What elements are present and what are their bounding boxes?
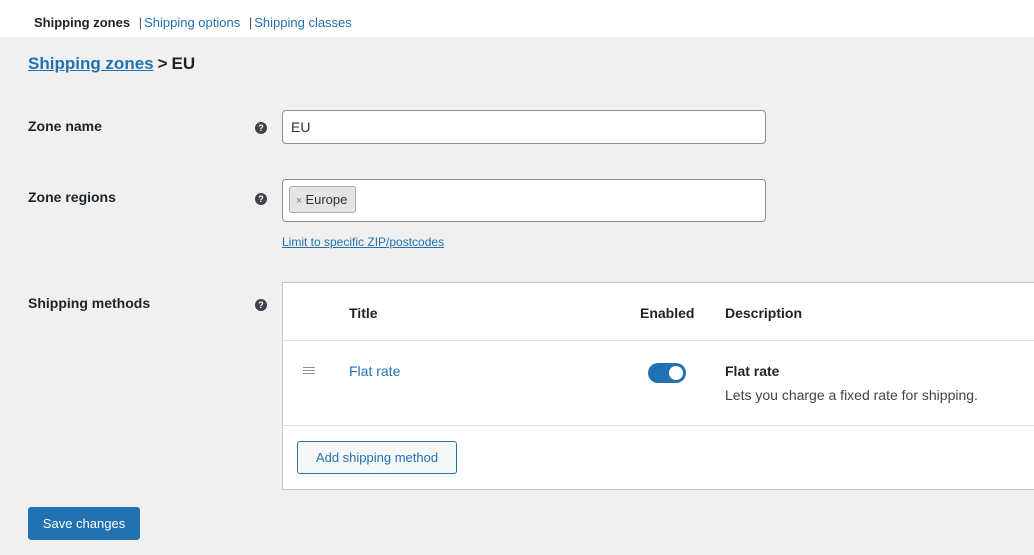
method-enabled-toggle[interactable]: [648, 363, 686, 383]
nav-shipping-options[interactable]: Shipping options: [144, 15, 240, 30]
question-circle-icon[interactable]: ?: [255, 122, 267, 134]
shipping-methods-table: Title Enabled Description Flat rate Flat…: [282, 282, 1034, 490]
toggle-knob: [669, 366, 683, 380]
breadcrumb: Shipping zones > EU: [28, 54, 195, 74]
close-icon[interactable]: ×: [296, 195, 302, 207]
shipping-methods-label: Shipping methods: [28, 295, 151, 311]
column-header-description: Description: [725, 305, 803, 321]
method-title-link[interactable]: Flat rate: [349, 363, 400, 379]
question-circle-icon[interactable]: ?: [255, 193, 267, 205]
breadcrumb-current: EU: [171, 54, 196, 73]
zone-name-label: Zone name: [28, 118, 102, 134]
nav-shipping-classes[interactable]: Shipping classes: [254, 15, 352, 30]
add-shipping-method-button[interactable]: Add shipping method: [297, 441, 457, 474]
zone-name-value: EU: [291, 119, 311, 135]
nav-shipping-zones[interactable]: Shipping zones: [34, 15, 130, 30]
top-bar: Shipping zones | Shipping options | Shippi…: [0, 0, 1034, 37]
drag-handle-icon[interactable]: [303, 367, 315, 375]
divider: [283, 340, 1034, 341]
region-tag-label: Europe: [305, 192, 348, 207]
column-header-enabled: Enabled: [640, 305, 695, 321]
zone-name-input[interactable]: EU: [282, 110, 766, 144]
subsubsub-nav: Shipping zones | Shipping options | Shippi…: [34, 15, 352, 30]
method-description-title: Flat rate: [725, 363, 780, 379]
column-header-title: Title: [349, 305, 378, 321]
limit-zip-postcodes-link[interactable]: Limit to specific ZIP/postcodes: [282, 235, 444, 249]
breadcrumb-shipping-zones-link[interactable]: Shipping zones: [28, 54, 154, 73]
nav-separator: |: [138, 15, 143, 30]
zone-regions-label: Zone regions: [28, 189, 116, 205]
save-changes-button[interactable]: Save changes: [28, 507, 140, 540]
method-description-text: Lets you charge a fixed rate for shippin…: [725, 387, 978, 403]
region-tag-europe: × Europe: [289, 186, 357, 213]
question-circle-icon[interactable]: ?: [255, 299, 267, 311]
nav-separator: |: [248, 15, 253, 30]
divider: [283, 425, 1034, 426]
breadcrumb-separator: >: [157, 54, 168, 73]
zone-regions-input[interactable]: × Europe: [282, 179, 766, 222]
